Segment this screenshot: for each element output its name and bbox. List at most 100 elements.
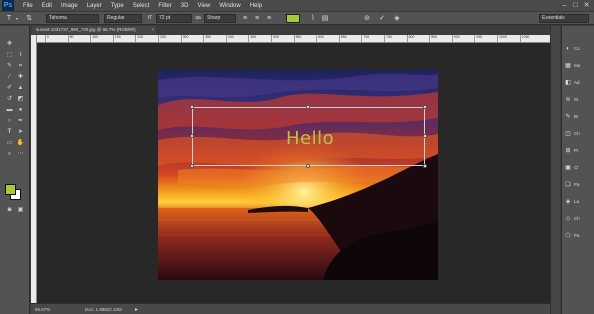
menu-type[interactable]: Type [111,3,124,9]
eraser-tool-icon[interactable]: ◩ [16,95,25,103]
brush-tool-icon[interactable]: ✐ [5,84,14,92]
align-right-icon[interactable]: ≡ [264,14,274,23]
panel-button[interactable]: ◫ Ch [564,129,594,138]
ruler-tick-label: 600 [316,35,324,42]
history-brush-tool-icon[interactable]: ↺ [5,95,14,103]
font-family-select[interactable]: Tahoma [46,14,99,23]
align-left-icon[interactable]: ≡ [240,14,250,23]
chevron-down-icon[interactable]: ▾ [14,14,20,23]
hello-text-layer[interactable]: Hello [286,128,334,149]
menu-edit[interactable]: Edit [42,3,52,9]
panel-scroll-strip[interactable] [550,26,560,314]
panel-button[interactable]: ⬡ Pa [564,231,594,240]
maximize-button[interactable]: □ [570,1,581,10]
ruler-tick-label: 350 [203,35,211,42]
menu-view[interactable]: View [197,3,210,9]
menu-3d[interactable]: 3D [181,3,189,9]
menu-select[interactable]: Select [133,3,150,9]
anti-alias-select[interactable]: Sharp [204,14,236,23]
align-center-icon[interactable]: ≡ [252,14,262,23]
menu-image[interactable]: Image [61,3,78,9]
menu-bar: Ps File Edit Image Layer Type Select Fil… [0,0,594,11]
close-icon[interactable]: × [151,26,154,34]
document-tab-title: sunset-1031737_960_720.jpg @ 66.7% (RGB/… [36,27,136,32]
panel-button[interactable]: ◈ La [564,197,594,206]
workspace-select[interactable]: Essentials [539,14,589,23]
panel-button[interactable]: ▣ Cl [564,163,594,172]
marquee-tool-icon[interactable]: ⬚ [5,51,14,59]
ruler-tick-label: 0 [45,35,49,42]
document-image [158,70,438,280]
close-button[interactable]: ✕ [581,1,592,10]
screen-mode-icon[interactable]: ▣ [16,206,25,214]
transform-handle[interactable] [423,134,427,138]
transform-handle[interactable] [190,134,194,138]
quick-mask-icon[interactable]: ◙ [5,206,14,214]
panel-button[interactable]: ≋ St [564,95,594,104]
menu-file[interactable]: File [23,3,33,9]
menu-help[interactable]: Help [250,3,262,9]
more-tools-icon[interactable]: ⋯ [16,150,25,158]
move-tool-icon[interactable]: ✥ [5,40,14,48]
type-tool-icon[interactable]: T [5,128,14,136]
minimize-button[interactable]: – [559,1,570,10]
crop-tool-icon[interactable]: ⌗ [16,62,25,70]
transform-handle[interactable] [306,164,310,168]
font-style-select[interactable]: Regular [104,14,142,23]
character-panel-icon[interactable]: ▤ [320,14,330,23]
horizontal-ruler[interactable]: 0 50 100 150 200 250 300 350 400 450 500 550 600 650 7… [37,35,550,43]
healing-brush-tool-icon[interactable]: ✚ [16,73,25,81]
panel-button[interactable]: ◧ Ad [564,78,594,87]
font-size-icon: tT [147,15,153,21]
transform-handle[interactable] [423,164,427,168]
panel-button[interactable]: ✎ Br [564,112,594,121]
cancel-icon[interactable]: ⊘ [362,14,372,23]
dodge-tool-icon[interactable]: ○ [5,117,14,125]
panel-icon: ◫ [565,131,571,137]
text-orientation-icon[interactable]: ⇅ [24,14,34,23]
clone-stamp-tool-icon[interactable]: ▲ [16,84,25,92]
panel-icon: ◧ [565,80,571,86]
panel-button[interactable]: ◇ Ch [564,214,594,223]
transform-handle[interactable] [306,105,310,109]
panel-button[interactable]: ⊞ Pr [564,146,594,155]
3d-text-icon[interactable]: ◈ [392,14,402,23]
panel-button[interactable]: ❏ Pa [564,180,594,189]
transform-handle[interactable] [190,164,194,168]
shape-tool-icon[interactable]: ▭ [5,139,14,147]
eyedropper-tool-icon[interactable]: ⁄ [5,73,14,81]
menu-filter[interactable]: Filter [158,3,171,9]
menu-layer[interactable]: Layer [87,3,102,9]
panel-icon: ◐ [566,45,570,52]
type-tool-preset-icon[interactable]: T [4,14,14,23]
ruler-tick-label: 1000 [497,35,507,42]
lasso-tool-icon[interactable]: ℓ [16,51,25,59]
zoom-tool-icon[interactable]: ⌕ [5,150,14,158]
font-size-select[interactable]: 72 pt [156,14,192,23]
ruler-tick-label: 550 [293,35,301,42]
ruler-tick-label: 900 [451,35,460,42]
path-selection-tool-icon[interactable]: ➤ [16,128,25,136]
transform-handle[interactable] [190,105,194,109]
transform-handle[interactable] [423,105,427,109]
zoom-level[interactable]: 66.67% [35,307,50,312]
quick-select-tool-icon[interactable]: ✎ [5,62,14,70]
panel-button[interactable]: ▦ Sw [564,61,594,70]
chevron-right-icon[interactable]: ▸ [135,306,138,313]
panel-button[interactable]: ◐ Co [564,44,594,53]
panel-label: Pa [574,233,580,238]
pen-tool-icon[interactable]: ✒ [16,117,25,125]
menu-window[interactable]: Window [219,3,240,9]
panel-icon: ⊞ [565,148,571,154]
foreground-color-swatch[interactable] [5,184,16,195]
hand-tool-icon[interactable]: ✋ [16,139,25,147]
commit-check-icon[interactable]: ✓ [377,14,387,23]
panel-label: St [574,97,579,102]
text-color-swatch[interactable] [286,14,300,23]
warp-text-icon[interactable]: ⌇ [308,14,318,23]
gradient-tool-icon[interactable]: ▬ [5,106,14,114]
ruler-tick-label: 700 [361,35,369,42]
ruler-tick-label: 150 [112,35,121,42]
blur-tool-icon[interactable]: ● [16,106,25,114]
document-tab[interactable]: sunset-1031737_960_720.jpg @ 66.7% (RGB/… [32,26,156,34]
